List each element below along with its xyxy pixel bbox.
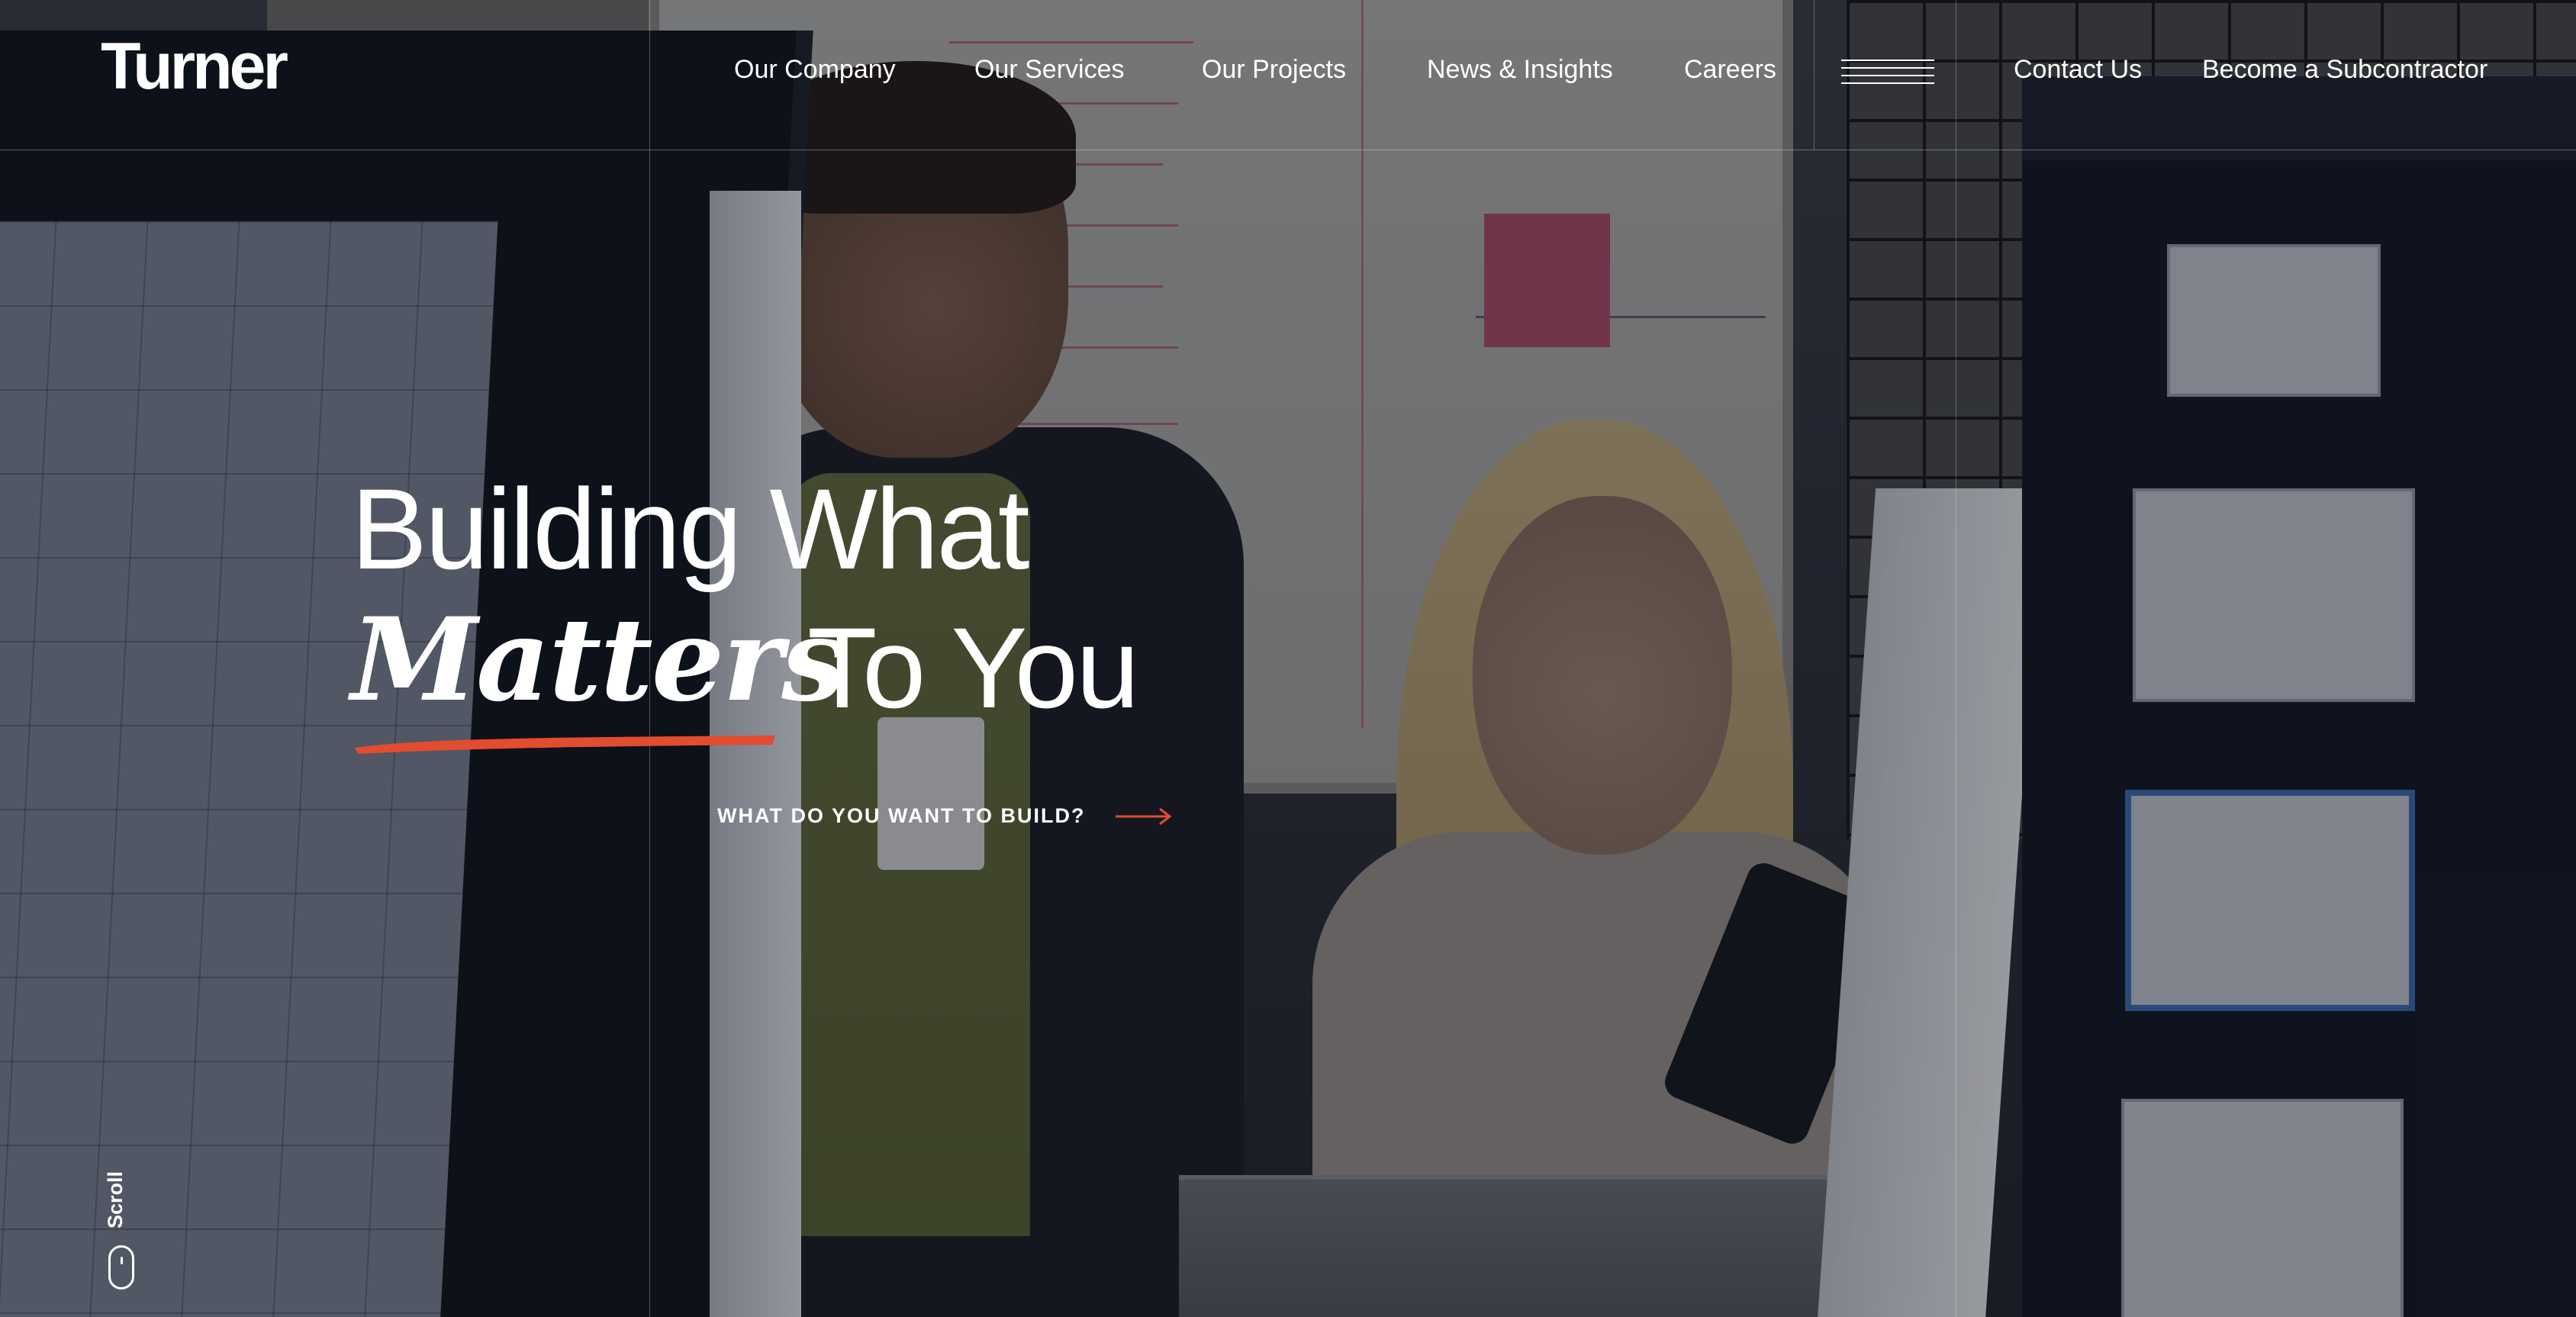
contact-us-link[interactable]: Contact Us xyxy=(2014,56,2142,82)
what-do-you-want-to-build-link[interactable]: WHAT DO YOU WANT TO BUILD? xyxy=(717,804,1172,828)
arrow-right-icon xyxy=(1116,807,1172,825)
nav-item-our-projects[interactable]: Our Projects xyxy=(1202,56,1346,82)
hero-section: Turner Our Company Our Services Our Proj… xyxy=(0,0,2576,1317)
turner-logo[interactable]: Turner xyxy=(101,34,288,99)
hero-headline-line1: Building What xyxy=(351,465,1029,593)
nav-item-news-insights[interactable]: News & Insights xyxy=(1427,56,1613,82)
cta-label: WHAT DO YOU WANT TO BUILD? xyxy=(717,804,1086,827)
hamburger-menu-icon[interactable] xyxy=(1841,60,1934,85)
hero-headline-rest: To You xyxy=(807,604,1140,732)
become-subcontractor-link[interactable]: Become a Subcontractor xyxy=(2202,56,2487,82)
mouse-scroll-icon[interactable] xyxy=(108,1245,134,1290)
hero-headline-script-word: Matters xyxy=(351,593,846,727)
brush-underline xyxy=(354,736,775,754)
scroll-label: Scroll xyxy=(104,1170,127,1228)
nav-item-our-services[interactable]: Our Services xyxy=(974,56,1125,82)
nav-item-careers[interactable]: Careers xyxy=(1684,56,1776,82)
nav-item-our-company[interactable]: Our Company xyxy=(734,56,896,82)
site-header: Turner Our Company Our Services Our Proj… xyxy=(0,0,2576,150)
